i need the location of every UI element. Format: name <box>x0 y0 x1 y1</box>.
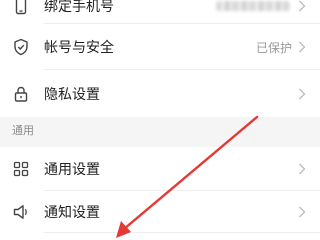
chevron-right-icon <box>298 41 306 53</box>
shield-check-icon <box>12 38 30 56</box>
lock-icon <box>12 85 30 103</box>
masked-phone-number <box>216 1 290 11</box>
settings-row-privacy[interactable]: 隐私设置 <box>0 70 320 117</box>
settings-row-bind-phone[interactable]: 绑定手机号 <box>0 0 320 24</box>
security-status-value: 已保护 <box>255 40 292 55</box>
settings-row-partial <box>0 233 320 240</box>
settings-row-label: 绑定手机号 <box>44 0 114 15</box>
settings-row-label: 通知设置 <box>44 205 100 221</box>
speaker-icon <box>12 203 30 221</box>
section-header-general: 通用 <box>0 117 320 147</box>
settings-row-account-security[interactable]: 帐号与安全 已保护 <box>0 24 320 70</box>
settings-row-label: 帐号与安全 <box>44 40 114 56</box>
settings-row-label: 隐私设置 <box>44 86 100 103</box>
phone-icon <box>12 0 30 15</box>
chevron-right-icon <box>298 206 306 218</box>
settings-row-label: 通用设置 <box>44 162 100 178</box>
settings-row-notification[interactable]: 通知设置 <box>0 191 320 233</box>
settings-row-general[interactable]: 通用设置 <box>0 147 320 191</box>
grid-icon <box>12 160 30 178</box>
chevron-right-icon <box>298 0 306 12</box>
chevron-right-icon <box>298 88 306 100</box>
chevron-right-icon <box>298 163 306 175</box>
